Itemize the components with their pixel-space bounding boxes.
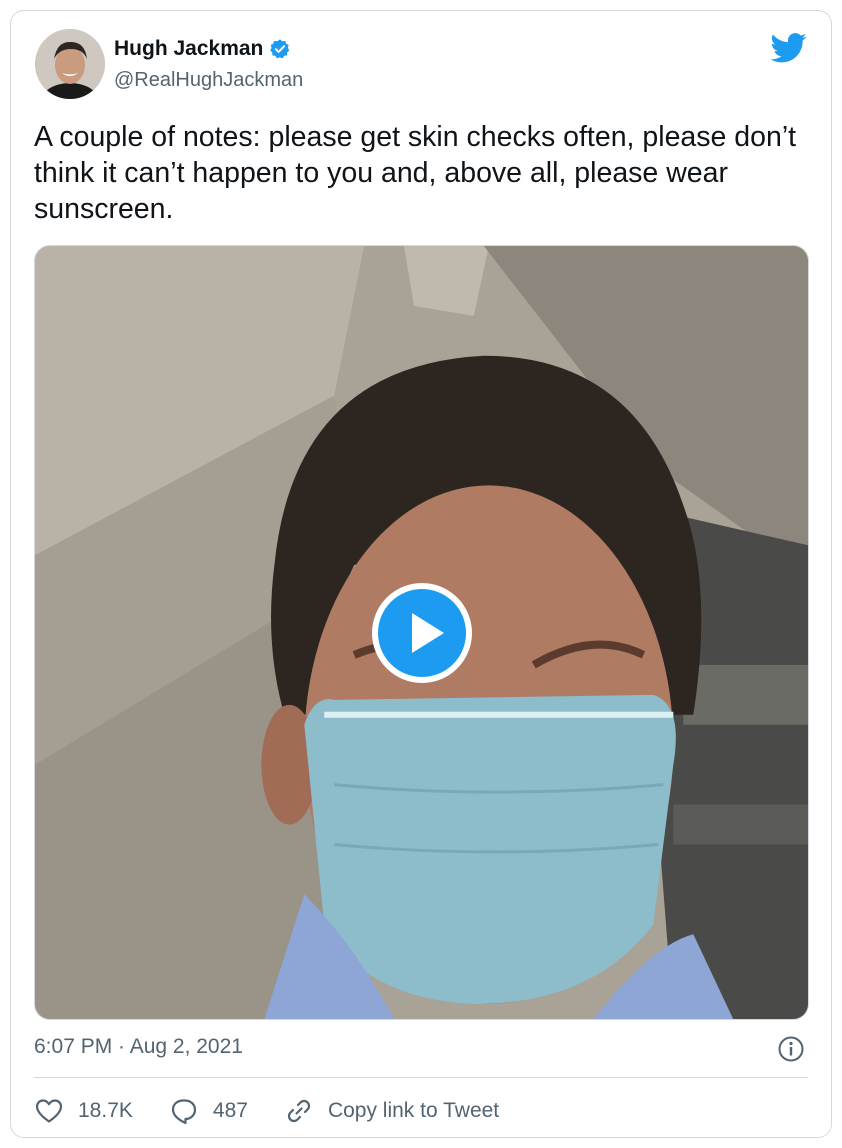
copy-link-label: Copy link to Tweet [327,1099,500,1122]
author-name[interactable]: Hugh Jackman [114,37,263,61]
copy-link-button[interactable]: Copy link to Tweet [284,1096,499,1126]
heart-icon [35,1099,63,1123]
play-button[interactable] [372,583,472,683]
play-icon [372,583,472,683]
tweet-text: A couple of notes: please get skin check… [34,121,797,225]
reply-button[interactable]: 487 [169,1096,248,1126]
verified-badge-icon [269,38,291,60]
reply-count: 487 [212,1099,248,1122]
divider [34,1077,808,1078]
avatar-photo [35,29,105,99]
author-name-row[interactable]: Hugh Jackman [114,37,291,61]
reply-bubble-icon [171,1099,196,1125]
tweet-timestamp[interactable]: 6:07 PM · Aug 2, 2021 [34,1035,243,1059]
tweet-actions: 18.7K 487 Copy link to Tweet [34,1091,535,1131]
avatar[interactable] [35,29,105,99]
author-handle[interactable]: @RealHughJackman [114,69,303,92]
link-icon [287,1099,311,1123]
twitter-bird-icon[interactable] [770,33,807,63]
like-count: 18.7K [78,1099,133,1122]
info-icon[interactable] [777,1035,805,1063]
like-button[interactable]: 18.7K [34,1096,133,1126]
video-player[interactable] [34,245,809,1020]
tweet-card: Hugh Jackman @RealHughJackman A couple o… [10,10,832,1138]
